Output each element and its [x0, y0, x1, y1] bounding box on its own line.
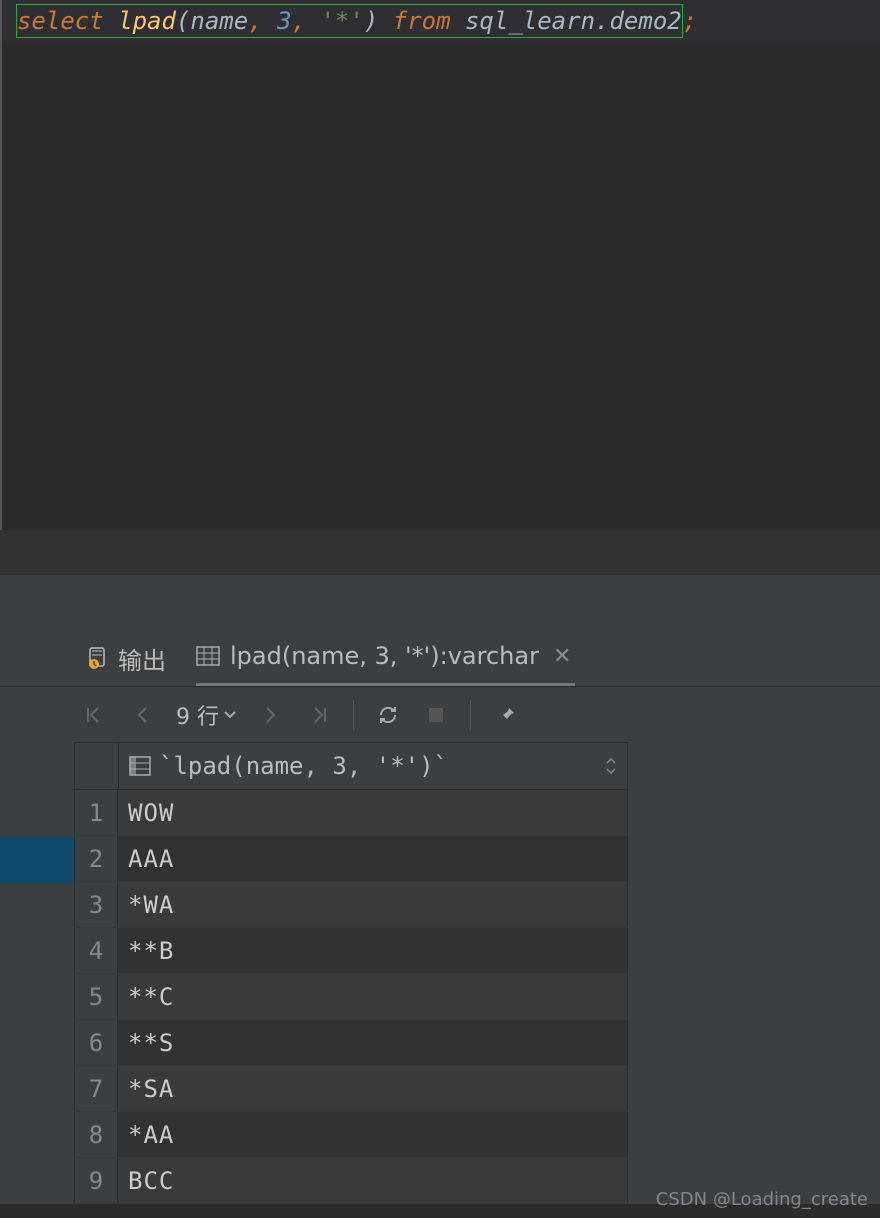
paren-open: ( [176, 7, 190, 35]
tab-output-label: 输出 [118, 641, 166, 676]
arg-length: 3 [277, 7, 291, 35]
separator [0, 575, 880, 630]
cell-value[interactable]: WOW [118, 790, 628, 835]
table-row[interactable]: 5**C [74, 974, 628, 1020]
rownum-header [75, 743, 119, 789]
table-row[interactable]: 7*SA [74, 1066, 628, 1112]
result-rows: 1WOW2AAA3*WA4**B5**C6**S7*SA8*AA9BCC [74, 790, 628, 1204]
cell-value[interactable]: *WA [118, 882, 628, 927]
cell-value[interactable]: **B [118, 928, 628, 973]
cell-value[interactable]: **C [118, 974, 628, 1019]
result-tabs: 输出 lpad(name, 3, '*'):varchar ✕ [0, 630, 880, 686]
row-number: 2 [74, 836, 118, 881]
row-number: 8 [74, 1112, 118, 1157]
row-count-text: 9 行 [176, 699, 219, 731]
refresh-icon[interactable] [374, 701, 402, 729]
last-page-icon[interactable] [305, 701, 333, 729]
cell-value[interactable]: AAA [118, 836, 628, 881]
keyword-from: from [378, 7, 465, 35]
first-page-icon[interactable] [80, 701, 108, 729]
row-number: 5 [74, 974, 118, 1019]
close-icon[interactable]: ✕ [549, 644, 575, 669]
sql-editor[interactable]: select lpad(name, 3, '*') from sql_learn… [0, 0, 880, 530]
comma: , [292, 7, 321, 35]
selection-highlight: select lpad(name, 3, '*') from sql_learn… [16, 4, 683, 38]
table-row[interactable]: 9BCC [74, 1158, 628, 1204]
result-pane: 输出 lpad(name, 3, '*'):varchar ✕ 9 行 [0, 630, 880, 1204]
table-icon [196, 646, 220, 666]
row-number: 9 [74, 1158, 118, 1203]
cell-value[interactable]: **S [118, 1020, 628, 1065]
comma: , [248, 7, 277, 35]
tab-result[interactable]: lpad(name, 3, '*'):varchar ✕ [196, 630, 575, 686]
row-number: 6 [74, 1020, 118, 1065]
column-icon [129, 756, 151, 776]
table-row[interactable]: 2AAA [74, 836, 628, 882]
separator [0, 530, 880, 575]
row-highlight [0, 837, 74, 883]
function-lpad: lpad [118, 7, 176, 35]
arg-padstr: '*' [320, 7, 363, 35]
row-count[interactable]: 9 行 [176, 699, 237, 731]
result-table[interactable]: `lpad(name, 3, '*')` 1WOW2AAA3*WA4**B5**… [74, 742, 880, 1204]
table-row[interactable]: 1WOW [74, 790, 628, 836]
table-ref: sql_learn.demo2 [465, 7, 682, 35]
chevron-down-icon [223, 710, 237, 720]
cell-value[interactable]: *AA [118, 1112, 628, 1157]
code-line-1[interactable]: select lpad(name, 3, '*') from sql_learn… [2, 0, 880, 42]
arg-name: name [190, 7, 248, 35]
column-header-label: `lpad(name, 3, '*')` [159, 752, 448, 780]
semicolon: ; [683, 7, 697, 35]
keyword-select: select [17, 7, 118, 35]
table-row[interactable]: 3*WA [74, 882, 628, 928]
column-header-row: `lpad(name, 3, '*')` [74, 742, 628, 790]
table-row[interactable]: 6**S [74, 1020, 628, 1066]
pin-icon[interactable] [491, 701, 519, 729]
cell-value[interactable]: BCC [118, 1158, 628, 1203]
column-header[interactable]: `lpad(name, 3, '*')` [119, 752, 627, 780]
tab-output[interactable]: 输出 [88, 630, 166, 686]
table-row[interactable]: 8*AA [74, 1112, 628, 1158]
output-icon [88, 647, 108, 669]
separator [470, 700, 471, 730]
result-grid: `lpad(name, 3, '*')` 1WOW2AAA3*WA4**B5**… [0, 742, 880, 1204]
sort-icon[interactable] [605, 756, 617, 776]
watermark: CSDN @Loading_create [656, 1189, 868, 1210]
row-number: 1 [74, 790, 118, 835]
row-number: 7 [74, 1066, 118, 1111]
cell-value[interactable]: *SA [118, 1066, 628, 1111]
next-page-icon[interactable] [257, 701, 285, 729]
separator [353, 700, 354, 730]
paren-close: ) [364, 7, 378, 35]
table-row[interactable]: 4**B [74, 928, 628, 974]
result-toolbar: 9 行 [0, 686, 880, 742]
grid-gutter [0, 742, 74, 1204]
stop-icon[interactable] [422, 701, 450, 729]
row-number: 3 [74, 882, 118, 927]
prev-page-icon[interactable] [128, 701, 156, 729]
row-number: 4 [74, 928, 118, 973]
tab-result-label: lpad(name, 3, '*'):varchar [230, 642, 539, 670]
